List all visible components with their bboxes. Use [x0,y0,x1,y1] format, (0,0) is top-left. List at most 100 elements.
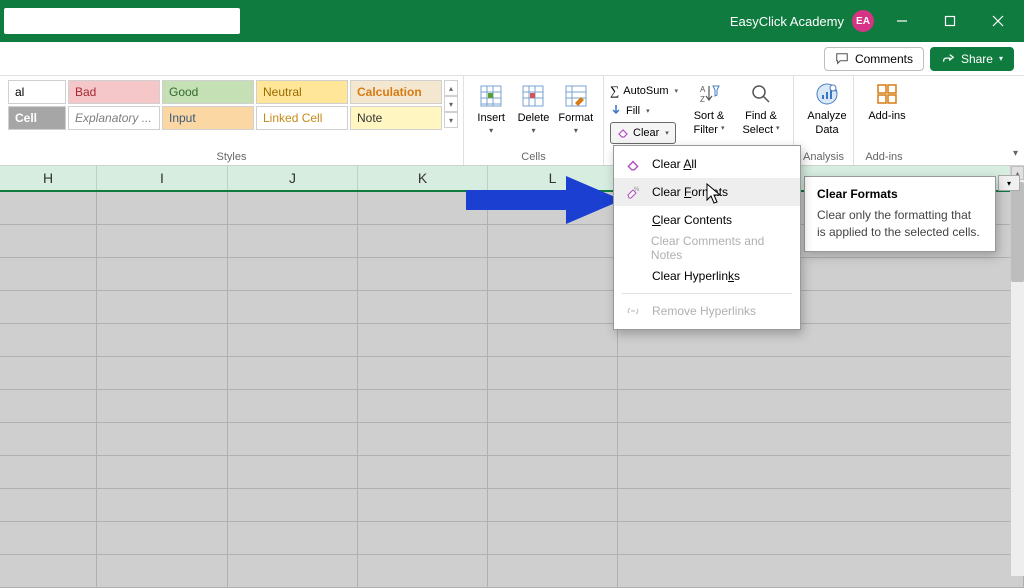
ribbon-options-stub[interactable]: ▾ [998,175,1020,191]
grid-cell[interactable] [228,225,358,258]
style-cell[interactable]: Explanatory ... [68,106,160,130]
grid-cell[interactable] [228,522,358,555]
format-button[interactable]: Format ▾ [557,82,595,135]
style-cell[interactable]: Linked Cell [256,106,348,130]
grid-cell[interactable] [97,357,228,390]
grid-cell[interactable] [97,390,228,423]
clear-button[interactable]: Clear ▾ [610,122,676,144]
grid-cell[interactable] [97,192,228,225]
style-cell[interactable]: Cell [8,106,66,130]
clear-contents-item[interactable]: Clear Contents [614,206,800,234]
grid-cell[interactable] [488,555,618,588]
grid-cell[interactable] [618,522,1024,555]
vertical-scrollbar[interactable]: ▴ [1010,166,1024,576]
grid-cell[interactable] [97,456,228,489]
grid-cell[interactable] [0,489,97,522]
grid-cell[interactable] [488,423,618,456]
grid-cell[interactable] [358,258,488,291]
grid-cell[interactable] [488,324,618,357]
ribbon-collapse-button[interactable]: ▾ [1013,148,1018,159]
column-header[interactable]: H [0,166,97,190]
grid-cell[interactable] [358,489,488,522]
grid-cell[interactable] [0,324,97,357]
grid-cell[interactable] [358,357,488,390]
grid-cell[interactable] [97,522,228,555]
style-cell[interactable]: Note [350,106,442,130]
grid-row[interactable] [0,357,1024,390]
grid-cell[interactable] [97,489,228,522]
grid-cell[interactable] [488,258,618,291]
column-header[interactable]: L [488,166,618,190]
grid-cell[interactable] [228,192,358,225]
grid-cell[interactable] [228,390,358,423]
grid-cell[interactable] [228,423,358,456]
grid-cell[interactable] [97,555,228,588]
grid-cell[interactable] [618,489,1024,522]
grid-row[interactable] [0,522,1024,555]
grid-row[interactable] [0,324,1024,357]
gallery-down-button[interactable]: ▾ [444,96,458,112]
grid-row[interactable] [0,291,1024,324]
grid-row[interactable] [0,489,1024,522]
insert-button[interactable]: Insert ▾ [472,82,510,135]
grid-cell[interactable] [97,258,228,291]
grid-cell[interactable] [228,291,358,324]
grid-cell[interactable] [0,225,97,258]
scroll-thumb[interactable] [1011,182,1024,282]
fill-button[interactable]: Fill ▾ [610,102,685,120]
grid-cell[interactable] [488,291,618,324]
grid-cell[interactable] [0,423,97,456]
grid-cell[interactable] [618,357,1024,390]
grid-cell[interactable] [358,456,488,489]
analyze-data-button[interactable]: Analyze Data [802,80,852,136]
delete-button[interactable]: Delete ▾ [514,82,552,135]
grid-cell[interactable] [0,192,97,225]
close-button[interactable] [978,5,1018,37]
grid-cell[interactable] [228,357,358,390]
grid-cell[interactable] [228,324,358,357]
grid-cell[interactable] [0,390,97,423]
grid-row[interactable] [0,390,1024,423]
grid-cell[interactable] [358,324,488,357]
grid-cell[interactable] [0,258,97,291]
style-cell[interactable]: Input [162,106,254,130]
grid-cell[interactable] [488,456,618,489]
column-header[interactable]: J [228,166,358,190]
clear-hyperlinks-item[interactable]: Clear Hyperlinks [614,262,800,290]
grid-cell[interactable] [228,555,358,588]
grid-cell[interactable] [97,225,228,258]
maximize-button[interactable] [930,5,970,37]
sort-filter-button[interactable]: AZ Sort & Filter▾ [685,80,733,144]
grid-cell[interactable] [618,390,1024,423]
grid-cell[interactable] [358,423,488,456]
grid-cell[interactable] [97,423,228,456]
grid-cell[interactable] [0,456,97,489]
avatar[interactable]: EA [852,10,874,32]
gallery-more-button[interactable]: ▾ [444,112,458,128]
grid-cell[interactable] [358,192,488,225]
grid-cell[interactable] [358,555,488,588]
share-button[interactable]: Share ▾ [930,47,1014,71]
grid-cell[interactable] [488,390,618,423]
grid-cell[interactable] [618,456,1024,489]
grid-cell[interactable] [228,456,358,489]
grid-cell[interactable] [358,291,488,324]
grid-cell[interactable] [488,225,618,258]
style-gallery[interactable]: alBadGoodNeutralCalculation CellExplanat… [8,80,442,130]
grid-cell[interactable] [0,555,97,588]
grid-cell[interactable] [358,390,488,423]
grid-cell[interactable] [488,357,618,390]
grid-cell[interactable] [488,192,618,225]
formula-box-stub[interactable] [4,8,240,34]
grid-cell[interactable] [618,423,1024,456]
grid-cell[interactable] [488,522,618,555]
style-cell[interactable]: al [8,80,66,104]
grid-row[interactable] [0,258,1024,291]
grid-cell[interactable] [0,522,97,555]
grid-cell[interactable] [0,291,97,324]
column-header[interactable]: K [358,166,488,190]
clear-formats-item[interactable]: % Clear Formats [614,178,800,206]
grid-cell[interactable] [97,291,228,324]
grid-cell[interactable] [358,522,488,555]
style-cell[interactable]: Good [162,80,254,104]
